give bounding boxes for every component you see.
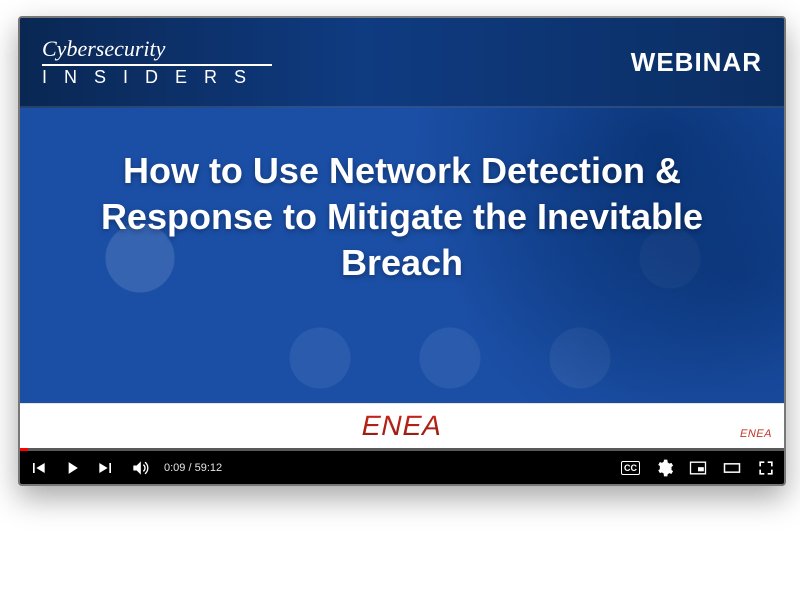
volume-button[interactable]	[130, 458, 150, 478]
sponsor-logo: ENEA	[358, 410, 445, 442]
next-button[interactable]	[96, 458, 116, 478]
slide-header: Cybersecurity I N S I D E R S WEBINAR	[20, 18, 784, 108]
progress-bar[interactable]	[20, 448, 28, 451]
play-button[interactable]	[62, 458, 82, 478]
webinar-label: WEBINAR	[631, 47, 762, 78]
brand-line1: Cybersecurity	[42, 37, 272, 60]
fullscreen-button[interactable]	[756, 458, 776, 478]
video-player-card: Cybersecurity I N S I D E R S WEBINAR Ho…	[18, 16, 786, 486]
player-controls: 0:09 / 59:12 CC	[20, 448, 784, 484]
sponsor-logo-small: ENEA	[739, 428, 774, 440]
time-current: 0:09	[164, 462, 185, 474]
settings-button[interactable]	[654, 458, 674, 478]
theater-button[interactable]	[722, 458, 742, 478]
time-display: 0:09 / 59:12	[164, 462, 222, 474]
slide-title: How to Use Network Detection & Response …	[20, 108, 784, 286]
miniplayer-button[interactable]	[688, 458, 708, 478]
previous-button[interactable]	[28, 458, 48, 478]
sponsor-strip: ENEA	[20, 403, 784, 448]
video-area[interactable]: Cybersecurity I N S I D E R S WEBINAR Ho…	[20, 18, 784, 448]
captions-button[interactable]: CC	[621, 461, 640, 475]
brand-block: Cybersecurity I N S I D E R S	[42, 37, 272, 87]
brand-line2: I N S I D E R S	[42, 68, 272, 87]
brand-divider	[42, 64, 272, 66]
time-duration: 59:12	[195, 462, 223, 474]
